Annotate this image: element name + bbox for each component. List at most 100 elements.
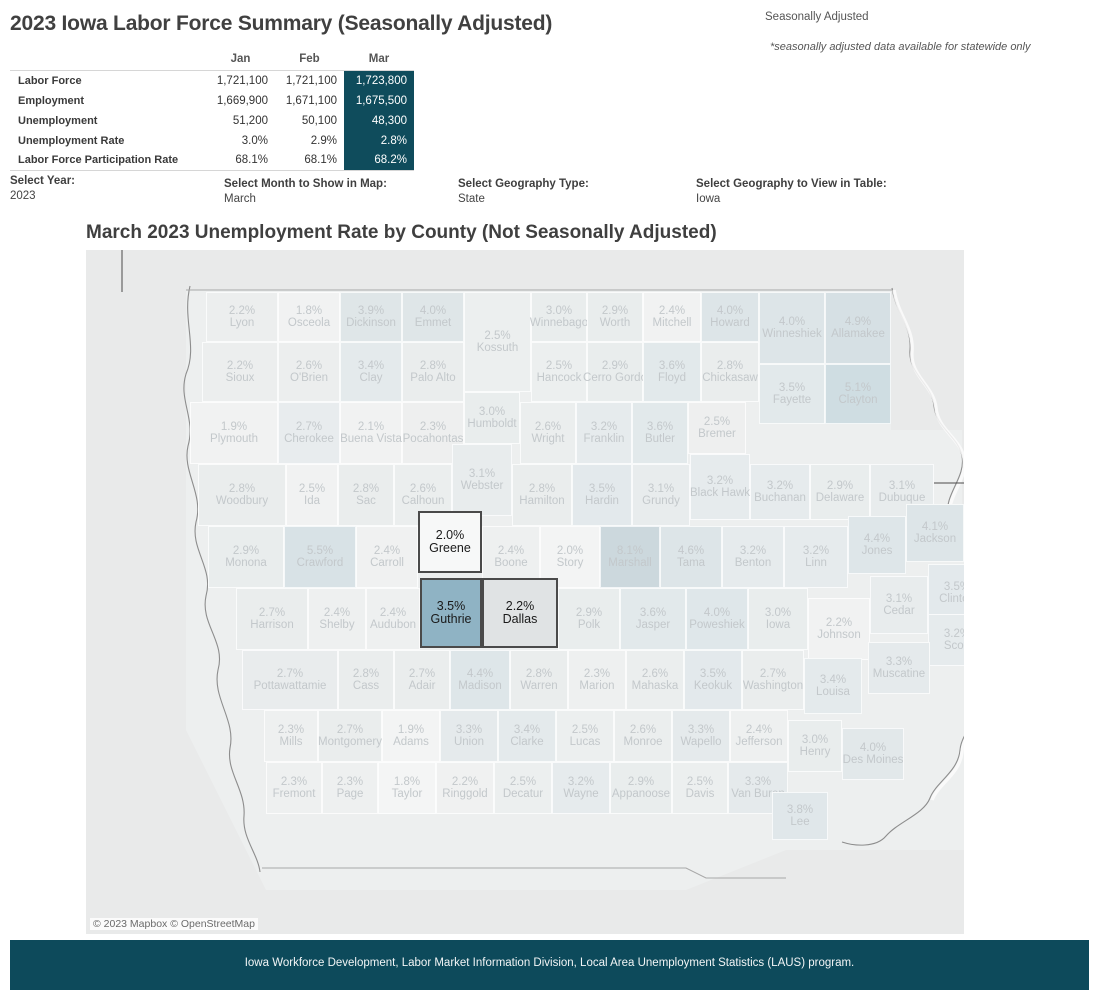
county-carroll[interactable]: 2.4% Carroll bbox=[356, 526, 418, 588]
county-woodbury[interactable]: 2.8% Woodbury bbox=[198, 464, 286, 526]
county-buena-vista[interactable]: 2.1% Buena Vista bbox=[340, 402, 402, 464]
county-taylor[interactable]: 1.8% Taylor bbox=[378, 762, 436, 814]
county-osceola[interactable]: 1.8% Osceola bbox=[278, 292, 340, 342]
county-hancock[interactable]: 2.5% Hancock bbox=[531, 342, 587, 402]
county-ida[interactable]: 2.5% Ida bbox=[286, 464, 338, 526]
county-des-moines[interactable]: 4.0% Des Moines bbox=[842, 728, 904, 780]
county-muscatine[interactable]: 3.3% Muscatine bbox=[868, 642, 930, 694]
county-webster[interactable]: 3.1% Webster bbox=[452, 444, 512, 516]
county-o-brien[interactable]: 2.6% O'Brien bbox=[278, 342, 340, 402]
county-wapello[interactable]: 3.3% Wapello bbox=[672, 710, 730, 762]
county-madison[interactable]: 4.4% Madison bbox=[450, 650, 510, 710]
county-polygons-layer[interactable]: 2.2% Lyon 1.8% Osceola 3.9% Dickinson 4.0% Emme… bbox=[86, 250, 964, 934]
county-fayette[interactable]: 3.5% Fayette bbox=[759, 364, 825, 424]
county-polk[interactable]: 2.9% Polk bbox=[558, 588, 620, 650]
county-floyd[interactable]: 3.6% Floyd bbox=[643, 342, 701, 402]
county-decatur[interactable]: 2.5% Decatur bbox=[494, 762, 552, 814]
county-howard[interactable]: 4.0% Howard bbox=[701, 292, 759, 342]
county-lucas[interactable]: 2.5% Lucas bbox=[556, 710, 614, 762]
county-marion[interactable]: 2.3% Marion bbox=[568, 650, 626, 710]
county-plymouth[interactable]: 1.9% Plymouth bbox=[190, 402, 278, 464]
filter-select-geography-type[interactable]: Select Geography Type: State bbox=[458, 178, 589, 205]
filter-value-geography-type[interactable]: State bbox=[458, 193, 589, 205]
county-audubon[interactable]: 2.4% Audubon bbox=[366, 588, 420, 650]
county-iowa[interactable]: 3.0% Iowa bbox=[748, 588, 808, 650]
filter-select-month[interactable]: Select Month to Show in Map: March bbox=[224, 178, 387, 205]
county-linn[interactable]: 3.2% Linn bbox=[784, 526, 848, 588]
county-warren[interactable]: 2.8% Warren bbox=[510, 650, 568, 710]
county-davis[interactable]: 2.5% Davis bbox=[672, 762, 728, 814]
county-page[interactable]: 2.3% Page bbox=[322, 762, 378, 814]
county-buchanan[interactable]: 3.2% Buchanan bbox=[750, 464, 810, 520]
county-wayne[interactable]: 3.2% Wayne bbox=[552, 762, 610, 814]
county-guthrie[interactable]: 3.5% Guthrie bbox=[420, 578, 482, 648]
county-ringgold[interactable]: 2.2% Ringgold bbox=[436, 762, 494, 814]
county-cherokee[interactable]: 2.7% Cherokee bbox=[278, 402, 340, 464]
county-dickinson[interactable]: 3.9% Dickinson bbox=[340, 292, 402, 342]
county-harrison[interactable]: 2.7% Harrison bbox=[236, 588, 308, 650]
county-henry[interactable]: 3.0% Henry bbox=[788, 720, 842, 772]
county-scott[interactable]: 3.2%Scott bbox=[928, 614, 964, 666]
county-franklin[interactable]: 3.2% Franklin bbox=[576, 402, 632, 464]
county-jones[interactable]: 4.4% Jones bbox=[848, 516, 906, 574]
county-humboldt[interactable]: 3.0% Humboldt bbox=[464, 392, 520, 444]
county-clarke[interactable]: 3.4% Clarke bbox=[498, 710, 556, 762]
county-shelby[interactable]: 2.4% Shelby bbox=[308, 588, 366, 650]
county-black-hawk[interactable]: 3.2% Black Hawk bbox=[690, 454, 750, 520]
filter-value-year[interactable]: 2023 bbox=[10, 190, 75, 202]
county-emmet[interactable]: 4.0% Emmet bbox=[402, 292, 464, 342]
county-hamilton[interactable]: 2.8% Hamilton bbox=[512, 464, 572, 526]
county-choropleth-map[interactable]: 2.2% Lyon 1.8% Osceola 3.9% Dickinson 4.0% Emme… bbox=[86, 250, 964, 934]
county-mahaska[interactable]: 2.6% Mahaska bbox=[626, 650, 684, 710]
county-greene[interactable]: 2.0% Greene bbox=[418, 511, 482, 573]
county-fremont[interactable]: 2.3% Fremont bbox=[266, 762, 322, 814]
county-washington[interactable]: 2.7% Washington bbox=[742, 650, 804, 710]
county-clayton[interactable]: 5.1% Clayton bbox=[825, 364, 891, 424]
county-bremer[interactable]: 2.5% Bremer bbox=[688, 402, 746, 454]
county-grundy[interactable]: 3.1% Grundy bbox=[632, 464, 690, 526]
county-allamakee[interactable]: 4.9% Allamakee bbox=[825, 292, 891, 364]
county-lee[interactable]: 3.8% Lee bbox=[772, 792, 828, 840]
county-montgomery[interactable]: 2.7% Montgomery bbox=[318, 710, 382, 762]
filter-select-year[interactable]: Select Year: 2023 bbox=[10, 175, 75, 202]
county-chickasaw[interactable]: 2.8% Chickasaw bbox=[701, 342, 759, 402]
filter-select-geography-to-view[interactable]: Select Geography to View in Table: Iowa bbox=[696, 178, 887, 205]
county-worth[interactable]: 2.9% Worth bbox=[587, 292, 643, 342]
county-hardin[interactable]: 3.5% Hardin bbox=[572, 464, 632, 526]
county-dallas[interactable]: 2.2% Dallas bbox=[482, 578, 558, 648]
county-sioux[interactable]: 2.2% Sioux bbox=[202, 342, 278, 402]
county-butler[interactable]: 3.6% Butler bbox=[632, 402, 688, 464]
county-clay[interactable]: 3.4% Clay bbox=[340, 342, 402, 402]
county-monroe[interactable]: 2.6% Monroe bbox=[614, 710, 672, 762]
county-pottawattamie[interactable]: 2.7% Pottawattamie bbox=[242, 650, 338, 710]
county-sac[interactable]: 2.8% Sac bbox=[338, 464, 394, 526]
county-crawford[interactable]: 5.5% Crawford bbox=[284, 526, 356, 588]
county-louisa[interactable]: 3.4% Louisa bbox=[804, 658, 862, 714]
county-delaware[interactable]: 2.9% Delaware bbox=[810, 464, 870, 520]
county-jackson[interactable]: 4.1% Jackson bbox=[906, 504, 964, 562]
county-poweshiek[interactable]: 4.0% Poweshiek bbox=[686, 588, 748, 650]
county-cass[interactable]: 2.8% Cass bbox=[338, 650, 394, 710]
county-johnson[interactable]: 2.2% Johnson bbox=[808, 598, 870, 660]
county-kossuth[interactable]: 2.5% Kossuth bbox=[464, 292, 531, 392]
county-union[interactable]: 3.3% Union bbox=[440, 710, 498, 762]
county-adair[interactable]: 2.7% Adair bbox=[394, 650, 450, 710]
county-palo-alto[interactable]: 2.8% Palo Alto bbox=[402, 342, 464, 402]
county-benton[interactable]: 3.2% Benton bbox=[722, 526, 784, 588]
filter-value-geography-to-view[interactable]: Iowa bbox=[696, 193, 887, 205]
county-wright[interactable]: 2.6% Wright bbox=[520, 402, 576, 464]
filter-value-month[interactable]: March bbox=[224, 193, 387, 205]
county-jefferson[interactable]: 2.4% Jefferson bbox=[730, 710, 788, 762]
county-lyon[interactable]: 2.2% Lyon bbox=[206, 292, 278, 342]
county-tama[interactable]: 4.6% Tama bbox=[660, 526, 722, 588]
map-attribution[interactable]: © 2023 Mapbox © OpenStreetMap bbox=[90, 918, 258, 930]
county-marshall[interactable]: 8.1% Marshall bbox=[600, 526, 660, 588]
county-mitchell[interactable]: 2.4% Mitchell bbox=[643, 292, 701, 342]
county-adams[interactable]: 1.9% Adams bbox=[382, 710, 440, 762]
county-mills[interactable]: 2.3% Mills bbox=[264, 710, 318, 762]
county-monona[interactable]: 2.9% Monona bbox=[208, 526, 284, 588]
county-cerro-gordo[interactable]: 2.9% Cerro Gordo bbox=[583, 342, 647, 402]
county-keokuk[interactable]: 3.5% Keokuk bbox=[684, 650, 742, 710]
county-cedar[interactable]: 3.1% Cedar bbox=[870, 576, 928, 634]
county-winneshiek[interactable]: 4.0% Winneshiek bbox=[759, 292, 825, 364]
